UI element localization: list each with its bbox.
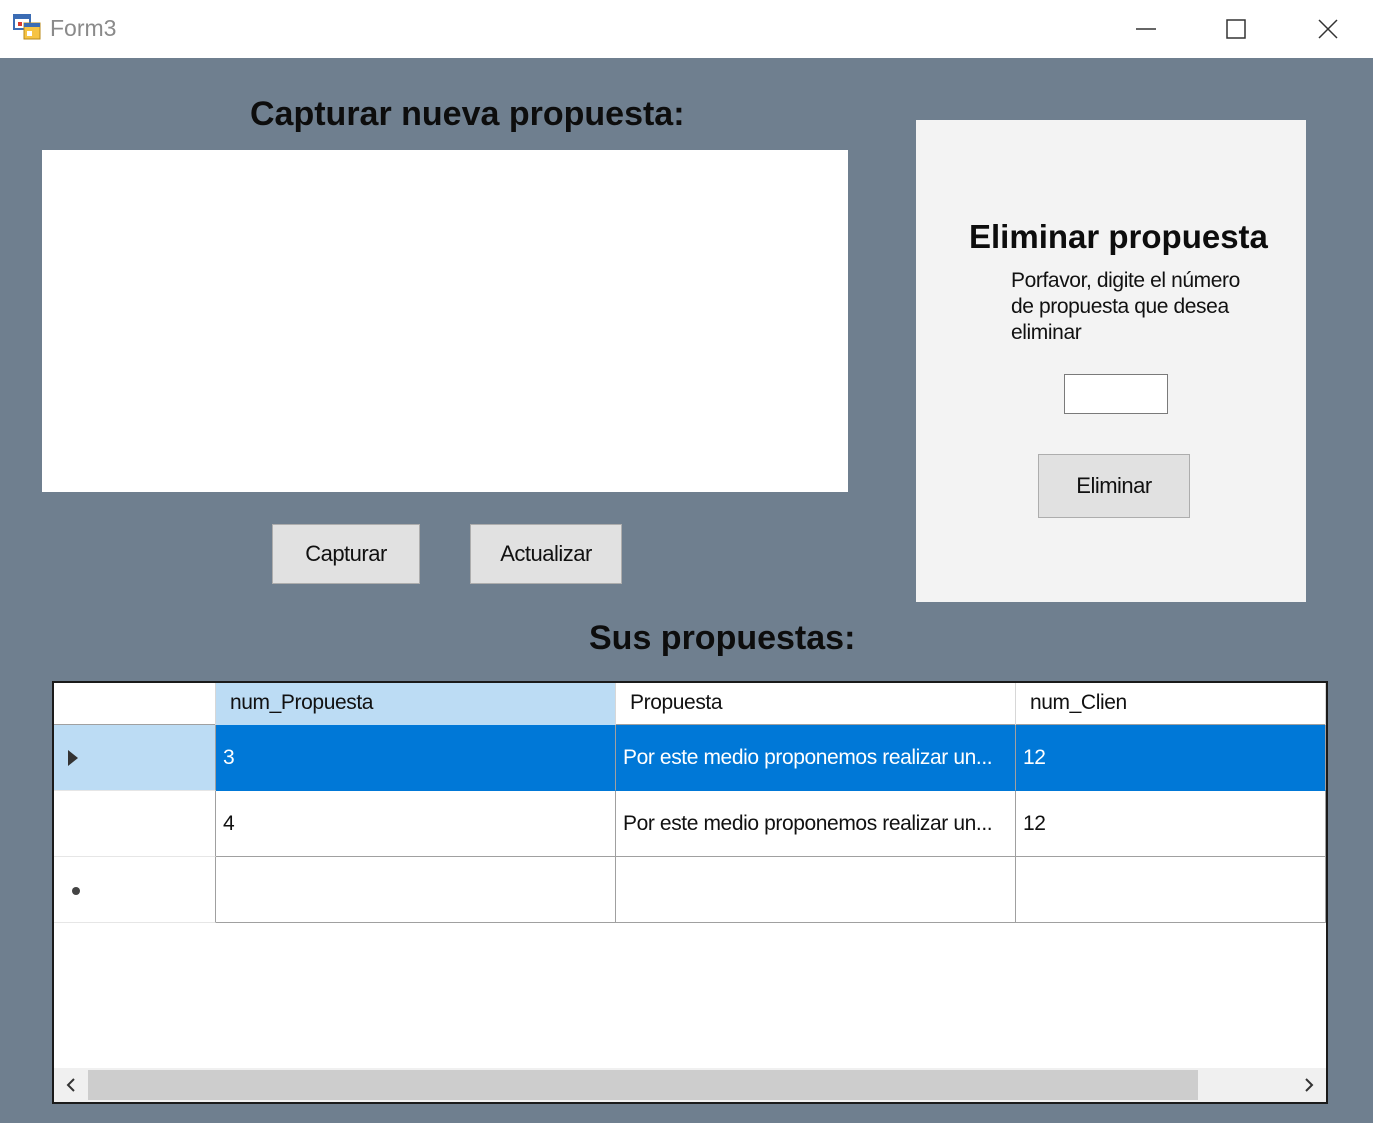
close-button[interactable]	[1282, 0, 1373, 58]
grid-corner-header[interactable]	[54, 683, 216, 725]
row-header[interactable]	[54, 725, 216, 791]
cell-propuesta[interactable]: Por este medio proponemos realizar un...	[616, 725, 1016, 791]
app-form-icon[interactable]	[13, 14, 41, 40]
grid-header: num_Propuesta Propuesta num_Clien	[54, 683, 1326, 725]
cell-num-propuesta[interactable]: 4	[216, 791, 616, 857]
cell-propuesta[interactable]	[616, 857, 1016, 923]
column-header-num-clien[interactable]: num_Clien	[1016, 683, 1326, 725]
refresh-button[interactable]: Actualizar	[470, 524, 622, 584]
scroll-right-button[interactable]	[1292, 1068, 1326, 1102]
capture-button[interactable]: Capturar	[272, 524, 420, 584]
new-row[interactable]	[54, 857, 1326, 923]
maximize-icon	[1226, 19, 1246, 39]
proposals-grid[interactable]: num_Propuesta Propuesta num_Clien 3 Por …	[52, 681, 1328, 1104]
delete-panel: Eliminar propuesta Porfavor, digite el n…	[916, 120, 1306, 602]
table-row[interactable]: 3 Por este medio proponemos realizar un.…	[54, 725, 1326, 791]
proposals-heading: Sus propuestas:	[589, 619, 856, 657]
maximize-button[interactable]	[1190, 0, 1282, 58]
minimize-icon	[1136, 28, 1156, 30]
delete-heading: Eliminar propuesta	[969, 218, 1268, 255]
minimize-button[interactable]	[1100, 0, 1192, 58]
cell-num-propuesta[interactable]: 3	[216, 725, 616, 791]
row-header[interactable]	[54, 857, 216, 923]
proposal-textbox[interactable]	[42, 150, 848, 492]
cell-propuesta[interactable]: Por este medio proponemos realizar un...	[616, 791, 1016, 857]
column-header-num-propuesta[interactable]: num_Propuesta	[216, 683, 616, 725]
new-row-icon	[72, 887, 80, 895]
delete-button[interactable]: Eliminar	[1038, 454, 1190, 518]
cell-num-clien[interactable]: 12	[1016, 725, 1326, 791]
close-icon	[1318, 19, 1338, 39]
delete-instructions: Porfavor, digite el número de propuesta …	[1011, 269, 1240, 344]
current-row-arrow-icon	[68, 750, 78, 766]
cell-num-clien[interactable]: 12	[1016, 791, 1326, 857]
cell-num-clien[interactable]	[1016, 857, 1326, 923]
column-header-propuesta[interactable]: Propuesta	[616, 683, 1016, 725]
capture-heading: Capturar nueva propuesta:	[250, 95, 685, 133]
row-header[interactable]	[54, 791, 216, 857]
form-client-area: Capturar nueva propuesta: Capturar Actua…	[0, 58, 1373, 1123]
cell-num-propuesta[interactable]	[216, 857, 616, 923]
chevron-right-icon	[1305, 1078, 1314, 1092]
window-title: Form3	[50, 15, 117, 41]
scroll-left-button[interactable]	[54, 1068, 88, 1102]
proposal-number-input[interactable]	[1064, 374, 1168, 414]
horizontal-scrollbar[interactable]	[54, 1068, 1326, 1102]
chevron-left-icon	[66, 1078, 75, 1092]
scrollbar-thumb[interactable]	[88, 1070, 1198, 1100]
title-bar: Form3	[0, 0, 1373, 58]
table-row[interactable]: 4 Por este medio proponemos realizar un.…	[54, 791, 1326, 857]
